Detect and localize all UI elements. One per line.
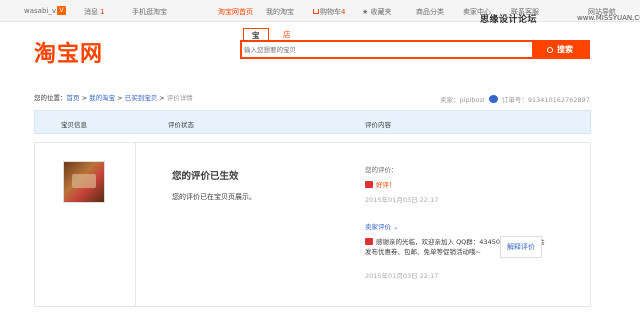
search-box: 搜索	[240, 40, 590, 59]
my-eval-date: 2015年01月03日 22:17	[365, 196, 439, 204]
messages-label: 消息	[84, 8, 98, 16]
search-input[interactable]	[244, 44, 530, 56]
breadcrumb-current: 评价详情	[166, 94, 193, 102]
taobao-home-link[interactable]: 淘宝网首页	[218, 7, 253, 17]
taobao-logo[interactable]: 淘宝网	[34, 36, 103, 68]
my-taobao-link[interactable]: 我的淘宝	[266, 7, 294, 17]
breadcrumb-home[interactable]: 首页	[67, 94, 80, 102]
status-description: 您的评价已在宝贝页展示。	[172, 193, 256, 201]
seller-info: 卖家：pipibozi 订单号：913410162762897	[440, 94, 590, 104]
seller-name[interactable]: pipibozi	[460, 96, 485, 104]
explain-eval-button[interactable]: 解释评价	[500, 236, 542, 258]
username-link[interactable]: wasabi_v	[24, 7, 56, 15]
col-item-info: 宝贝信息	[61, 121, 87, 129]
breadcrumb-bought[interactable]: 已买到宝贝	[125, 94, 158, 102]
col-eval-content: 评价内容	[365, 121, 391, 129]
table-header: 宝贝信息 评价状态 评价内容	[34, 110, 591, 134]
messages-count: 1	[100, 8, 105, 16]
seller-eval-toggle[interactable]: 卖家评价 ⌄	[365, 221, 399, 231]
search-button[interactable]: 搜索	[532, 42, 588, 57]
good-rating-icon	[365, 181, 373, 188]
col-eval-status: 评价状态	[168, 121, 194, 129]
mobile-taobao-link[interactable]: 手机逛淘宝	[132, 7, 167, 17]
product-thumbnail[interactable]	[63, 161, 105, 203]
cart-icon	[313, 9, 319, 14]
watermark-url: www.MISSYUAN.COM	[577, 14, 640, 22]
my-eval: 好评！	[365, 179, 396, 189]
breadcrumb: 您的位置：首页 > 我的淘宝 > 已买到宝贝 > 评价详情	[34, 94, 193, 102]
favorites-link[interactable]: ★ 收藏夹	[362, 7, 392, 17]
my-eval-label: 您的评价：	[365, 166, 398, 174]
favorites-label: 收藏夹	[370, 8, 392, 16]
search-icon	[547, 47, 553, 53]
breadcrumb-prefix: 您的位置：	[34, 94, 67, 102]
chevron-down-icon: ⌄	[393, 223, 399, 231]
vip-badge-icon[interactable]: V	[57, 6, 66, 15]
messages-link[interactable]: 消息 1	[84, 7, 104, 17]
top-bar: wasabi_v V 消息 1 手机逛淘宝 淘宝网首页 我的淘宝 购物车4 ★ 收…	[0, 0, 640, 22]
review-row: 您的评价已生效 您的评价已在宝贝页展示。 您的评价： 好评！ 2015年01月0…	[34, 142, 591, 307]
cart-label: 购物车	[320, 8, 341, 16]
seller-label: 卖家：	[440, 96, 460, 104]
status-title: 您的评价已生效	[172, 171, 239, 182]
seller-eval-label: 卖家评价	[365, 223, 391, 231]
order-label: 订单号：	[501, 96, 528, 104]
search-button-label: 搜索	[557, 45, 573, 54]
column-divider	[135, 143, 136, 306]
order-number: 913410162762897	[527, 96, 590, 104]
good-rating-icon	[365, 238, 373, 245]
cart-link[interactable]: 购物车4	[313, 7, 345, 17]
watermark-text: 思缘设计论坛	[480, 15, 538, 25]
cart-count: 4	[341, 8, 346, 16]
categories-link[interactable]: 商品分类	[416, 7, 444, 17]
breadcrumb-my-taobao[interactable]: 我的淘宝	[89, 94, 115, 102]
chat-icon[interactable]	[488, 95, 498, 103]
my-eval-text: 好评！	[376, 181, 396, 189]
seller-eval-date: 2015年01月03日 22:17	[365, 272, 439, 280]
